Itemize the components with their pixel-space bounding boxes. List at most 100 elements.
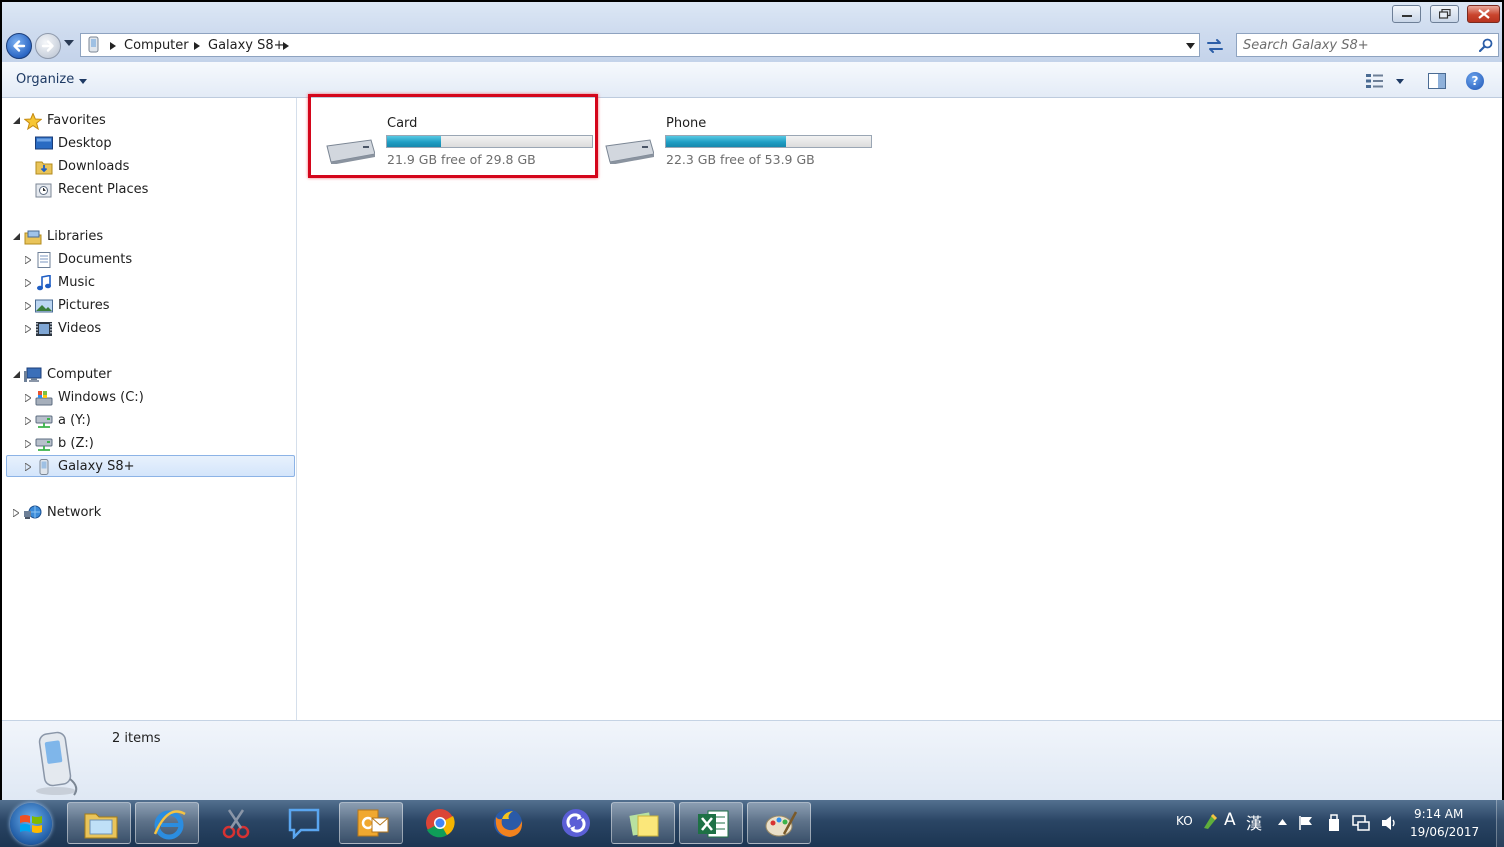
details-pane: 2 items (2, 720, 1502, 800)
search-input[interactable] (1243, 36, 1468, 54)
tree-expanded-icon[interactable] (13, 371, 20, 378)
sync-app-icon (562, 809, 590, 837)
show-hidden-icons-icon[interactable] (1278, 819, 1287, 825)
videos-icon (36, 322, 52, 336)
outlook-icon (357, 809, 389, 837)
system-drive-icon (35, 391, 53, 406)
title-bar[interactable] (2, 2, 1502, 30)
item-count: 2 items (112, 731, 161, 746)
minimize-icon (1401, 15, 1412, 17)
minimize-button[interactable] (1392, 5, 1421, 23)
phone-device-icon (36, 731, 78, 796)
sticky-notes-icon (629, 812, 659, 837)
drive-name: Phone (666, 116, 707, 131)
back-arrow-icon (13, 40, 26, 52)
music-icon (37, 275, 51, 291)
windows-explorer-icon (84, 813, 118, 839)
command-bar: Organize ? (2, 62, 1502, 98)
taskbar-sync-app[interactable] (543, 802, 607, 844)
tree-collapsed-icon[interactable] (25, 417, 31, 425)
drive-phone[interactable]: Phone 22.3 GB free of 53.9 GB (592, 106, 872, 176)
taskbar-sticky-notes[interactable] (611, 802, 675, 844)
ime-toolbar-icon[interactable] (1202, 812, 1218, 830)
clock-date[interactable]: 19/06/2017 (1410, 825, 1479, 839)
forward-button[interactable] (35, 33, 61, 59)
breadcrumb-separator-icon[interactable] (110, 42, 116, 50)
downloads-folder-icon (35, 161, 53, 175)
address-dropdown-icon[interactable] (1186, 43, 1195, 49)
search-box[interactable] (1236, 33, 1499, 57)
breadcrumb-separator-icon[interactable] (283, 42, 289, 50)
help-icon[interactable]: ? (1466, 72, 1484, 90)
taskbar-outlook[interactable] (339, 802, 403, 844)
desktop-icon (35, 136, 53, 150)
close-button[interactable] (1467, 5, 1500, 23)
tree-collapsed-icon[interactable] (25, 394, 31, 402)
close-icon (1477, 9, 1490, 19)
firefox-icon (494, 809, 523, 837)
star-icon (24, 113, 42, 130)
refresh-icon[interactable] (1204, 35, 1226, 57)
preview-pane-icon[interactable] (1428, 73, 1446, 89)
taskbar-firefox[interactable] (475, 802, 539, 844)
tree-collapsed-icon[interactable] (25, 279, 31, 287)
taskbar-snipping-tool[interactable] (203, 802, 267, 844)
capacity-fill (666, 136, 787, 147)
restore-icon (1438, 9, 1451, 19)
navigation-pane: Favorites Desktop Downloads Recent Place… (2, 98, 297, 720)
show-desktop-button[interactable] (1496, 800, 1504, 847)
clock-time[interactable]: 9:14 AM (1414, 807, 1463, 821)
ime-hanja-indicator[interactable]: 漢 (1246, 810, 1262, 834)
taskbar-explorer[interactable] (67, 802, 131, 844)
back-button[interactable] (6, 33, 32, 59)
phone-device-icon (39, 459, 49, 475)
explorer-window: Computer Galaxy S8+ Organize ? Favorites (2, 2, 1502, 847)
taskbar-paint[interactable] (747, 802, 811, 844)
change-view-icon[interactable] (1366, 73, 1384, 89)
tree-expanded-icon[interactable] (13, 233, 20, 240)
capacity-bar (665, 135, 872, 148)
windows-logo-icon (20, 815, 42, 833)
snipping-tool-icon (222, 809, 250, 839)
tree-expanded-icon[interactable] (13, 117, 20, 124)
computer-icon (24, 367, 42, 382)
recent-pages-dropdown-icon[interactable] (64, 40, 74, 46)
system-tray: KO A 漢 9:14 AM 19/06/2017 (1170, 800, 1504, 847)
search-icon[interactable] (1479, 38, 1493, 52)
volume-icon[interactable] (1380, 814, 1398, 832)
breadcrumb-separator-icon[interactable] (194, 42, 200, 50)
view-options-dropdown-icon[interactable] (1396, 79, 1404, 84)
network-drive-icon (35, 438, 53, 451)
chat-icon (288, 808, 320, 839)
restore-button[interactable] (1430, 5, 1459, 23)
red-highlight-box (308, 94, 598, 178)
tree-collapsed-icon[interactable] (25, 440, 31, 448)
organize-button[interactable]: Organize (16, 72, 74, 87)
excel-icon (698, 810, 729, 838)
file-view: Card 21.9 GB free of 29.8 GB Phone 22.3 … (298, 98, 1502, 720)
start-button[interactable] (10, 803, 52, 845)
paint-icon (765, 811, 798, 837)
tree-collapsed-icon[interactable] (25, 463, 31, 471)
device-icon (88, 36, 99, 53)
taskbar-chrome[interactable] (407, 802, 471, 844)
taskbar-excel[interactable] (679, 802, 743, 844)
network-status-icon[interactable] (1352, 814, 1370, 832)
address-bar[interactable]: Computer Galaxy S8+ (80, 33, 1200, 57)
action-center-flag-icon[interactable] (1298, 815, 1314, 831)
tree-collapsed-icon[interactable] (25, 256, 31, 264)
taskbar-chat[interactable] (271, 802, 335, 844)
navigation-bar: Computer Galaxy S8+ (2, 30, 1502, 62)
language-indicator[interactable]: KO (1176, 814, 1193, 828)
recent-places-icon (35, 183, 52, 198)
chevron-down-icon[interactable] (79, 79, 87, 84)
tree-collapsed-icon[interactable] (25, 302, 31, 310)
breadcrumb-galaxy-s8[interactable]: Galaxy S8+ (208, 38, 285, 53)
taskbar-internet-explorer[interactable] (135, 802, 199, 844)
breadcrumb-computer[interactable]: Computer (124, 38, 189, 53)
usb-device-icon[interactable] (1326, 814, 1342, 832)
pictures-icon (35, 299, 53, 313)
ime-mode-indicator[interactable]: A (1224, 810, 1236, 830)
tree-collapsed-icon[interactable] (13, 509, 19, 517)
tree-collapsed-icon[interactable] (25, 325, 31, 333)
